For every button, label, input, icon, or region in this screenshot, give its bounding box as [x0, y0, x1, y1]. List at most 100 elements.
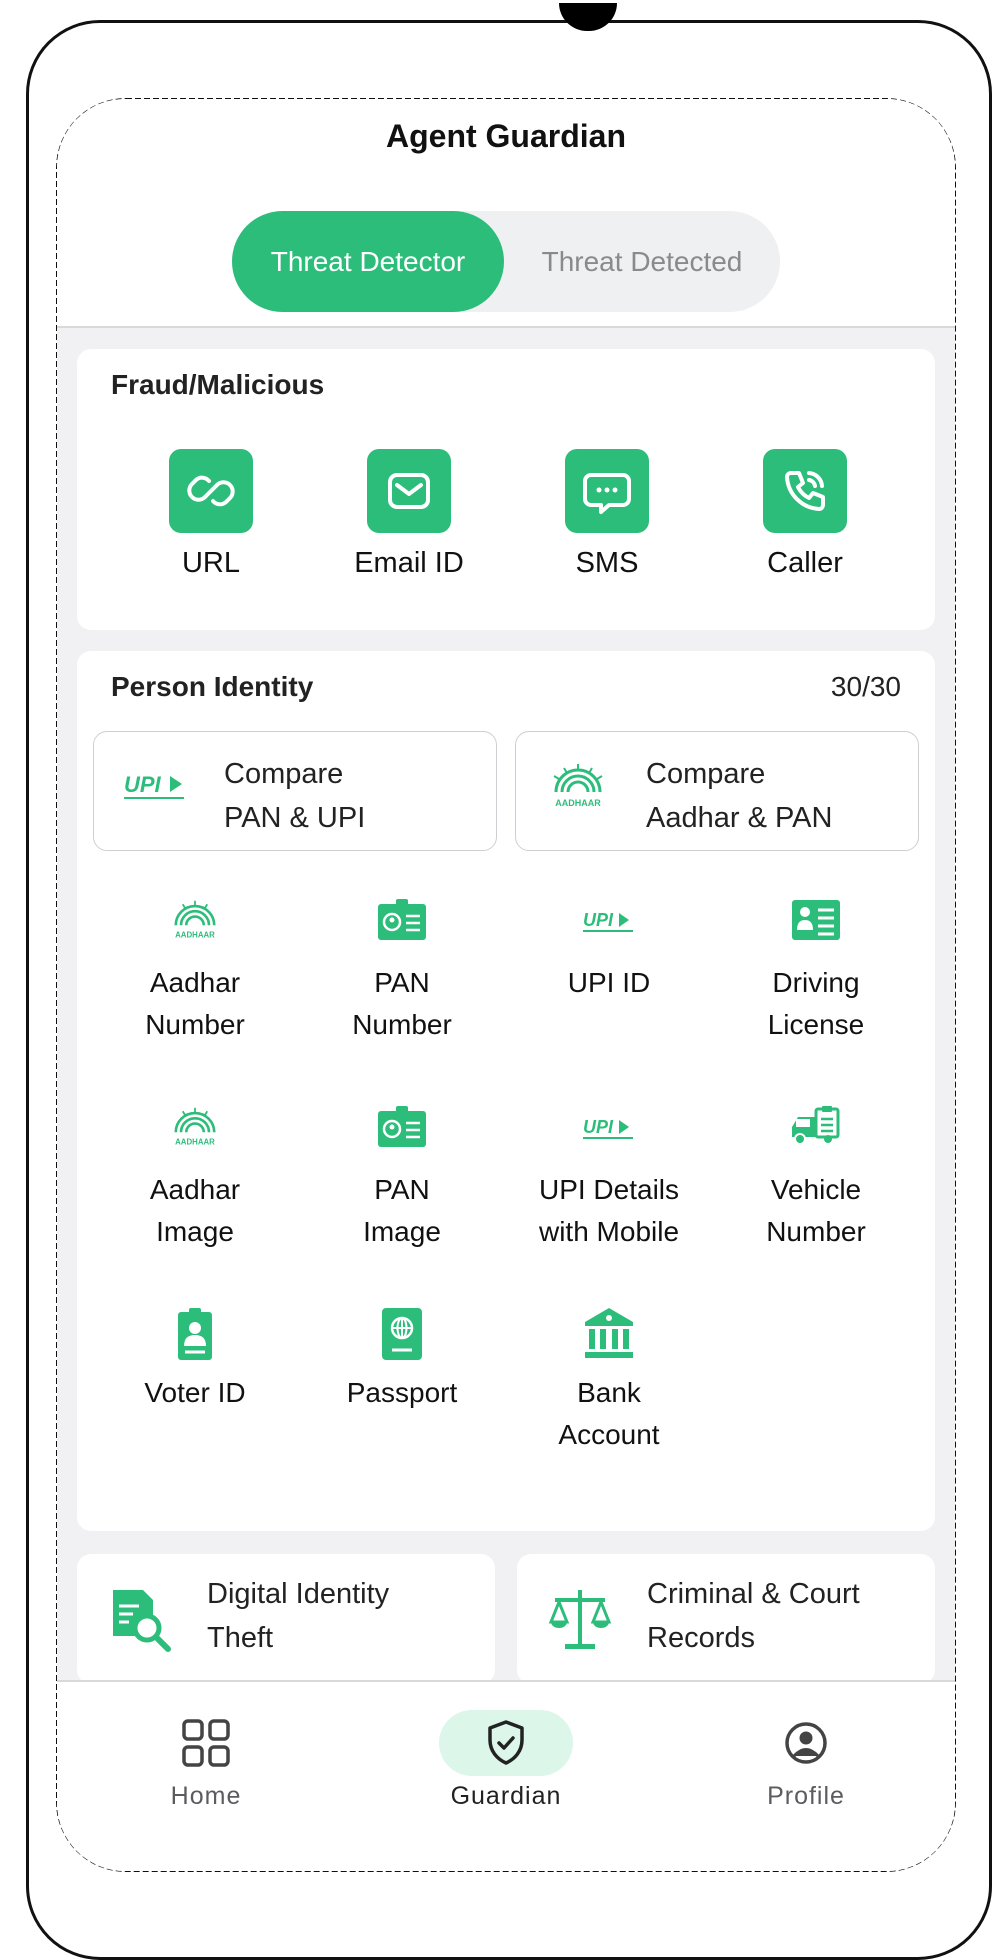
- nav-label: Profile: [767, 1782, 845, 1810]
- segmented-control: Threat Detector Threat Detected: [232, 211, 780, 312]
- shield-check-icon: [488, 1720, 524, 1765]
- nav-home[interactable]: Home: [106, 1710, 306, 1811]
- item-line2: License: [767, 1009, 865, 1040]
- nav-label: Guardian: [450, 1782, 562, 1810]
- fraud-item-email[interactable]: Email ID: [319, 449, 499, 580]
- item-pan-image[interactable]: PAN Image: [302, 1103, 502, 1253]
- compare-line1: Compare: [224, 758, 344, 790]
- item-line1: Bank: [577, 1377, 641, 1408]
- fraud-item-label: URL: [181, 547, 240, 579]
- nav-guardian[interactable]: Guardian: [406, 1710, 606, 1811]
- upi-logo: UPI: [124, 770, 188, 809]
- nav-profile-pill: [739, 1710, 873, 1776]
- bank-icon: [585, 1308, 633, 1358]
- id-card-icon: [378, 1106, 426, 1147]
- item-aadhar-image[interactable]: AADHAAR Aadhar Image: [95, 1103, 295, 1253]
- item-passport[interactable]: Passport: [302, 1306, 502, 1414]
- compare-line2: Aadhar & PAN: [646, 802, 833, 834]
- fraud-item-label: SMS: [575, 547, 639, 579]
- bottom-card-line1: Digital Identity: [207, 1578, 390, 1610]
- user-circle-icon: [785, 1722, 827, 1764]
- item-pan-number[interactable]: PAN Number: [302, 896, 502, 1046]
- item-line1: PAN: [374, 967, 430, 998]
- svg-text:UPI: UPI: [583, 910, 614, 930]
- identity-count: 30/30: [830, 671, 901, 702]
- id-card-icon: [378, 899, 426, 940]
- item-line2: Image: [156, 1216, 234, 1247]
- nav-home-pill: [139, 1710, 273, 1776]
- item-bank-account[interactable]: Bank Account: [509, 1306, 709, 1456]
- grid-icon: [182, 1719, 230, 1767]
- compare-pan-upi-card[interactable]: UPI Compare PAN & UPI: [93, 731, 497, 851]
- app-header: Agent Guardian Threat Detector Threat De…: [57, 99, 955, 328]
- item-driving-license[interactable]: Driving License: [716, 896, 916, 1046]
- upi-icon: UPI: [583, 1117, 633, 1139]
- item-line1: Passport: [346, 1377, 458, 1408]
- bottom-card-line2: Theft: [207, 1622, 274, 1654]
- svg-text:AADHAAR: AADHAAR: [175, 931, 215, 940]
- nav-profile[interactable]: Profile: [706, 1710, 906, 1811]
- item-line1: UPI Details: [538, 1174, 680, 1205]
- mail-icon: [367, 449, 451, 533]
- item-upi-id[interactable]: UPI UPI ID: [509, 896, 709, 1004]
- bottom-card-line1: Criminal & Court: [647, 1578, 860, 1610]
- item-line1: Aadhar: [149, 967, 241, 998]
- compare-line2: PAN & UPI: [224, 802, 366, 834]
- fraud-item-url[interactable]: URL: [121, 449, 301, 580]
- fraud-item-label: Email ID: [354, 547, 464, 579]
- tab-threat-detector[interactable]: Threat Detector: [232, 211, 504, 312]
- aadhaar-icon: AADHAAR: [174, 1107, 216, 1147]
- identity-card: Person Identity 30/30 UPI Compare PAN & …: [77, 651, 935, 1531]
- license-icon: [792, 900, 840, 940]
- svg-text:AADHAAR: AADHAAR: [175, 1138, 215, 1147]
- fraud-item-label: Caller: [767, 547, 843, 579]
- tab-threat-detected[interactable]: Threat Detected: [504, 211, 780, 312]
- item-line2: Account: [558, 1419, 660, 1450]
- item-line2: Image: [363, 1216, 441, 1247]
- item-vehicle-number[interactable]: Vehicle Number: [716, 1103, 916, 1253]
- page-title: Agent Guardian: [385, 118, 626, 154]
- passport-icon: [382, 1308, 422, 1360]
- chat-icon: [565, 449, 649, 533]
- upi-icon: UPI: [583, 910, 633, 932]
- fraud-section-title: Fraud/Malicious: [111, 369, 325, 400]
- digital-identity-theft-card[interactable]: Digital Identity Theft: [77, 1554, 495, 1684]
- fraud-item-caller[interactable]: Caller: [715, 449, 895, 580]
- item-line2: Number: [145, 1009, 245, 1040]
- bottom-nav: Home Guardian Profile: [57, 1680, 955, 1871]
- item-line1: Driving: [772, 967, 860, 998]
- scroll-content[interactable]: Fraud/Malicious URL Email ID SMS Caller …: [57, 328, 955, 1780]
- item-line1: Vehicle: [770, 1174, 862, 1205]
- item-line2: with Mobile: [538, 1216, 680, 1247]
- item-upi-details[interactable]: UPI UPI Details with Mobile: [509, 1103, 709, 1253]
- item-line1: Aadhar: [149, 1174, 241, 1205]
- phone-icon: [763, 449, 847, 533]
- item-aadhar-number[interactable]: AADHAAR Aadhar Number: [95, 896, 295, 1046]
- compare-line1: Compare: [646, 758, 766, 790]
- document-search-icon: [113, 1590, 171, 1652]
- svg-text:AADHAAR: AADHAAR: [555, 798, 601, 808]
- camera-notch: [559, 3, 617, 31]
- item-line2: Number: [352, 1009, 452, 1040]
- item-line1: UPI ID: [567, 967, 651, 998]
- item-line1: PAN: [374, 1174, 430, 1205]
- nav-guardian-pill: [439, 1710, 573, 1776]
- scales-icon: [548, 1590, 612, 1649]
- voter-id-icon: [178, 1308, 212, 1360]
- link-icon: [169, 449, 253, 533]
- item-voter-id[interactable]: Voter ID: [95, 1306, 295, 1414]
- item-line1: Voter ID: [144, 1377, 246, 1408]
- app-screen: Agent Guardian Threat Detector Threat De…: [57, 99, 955, 1871]
- vehicle-icon: [792, 1106, 840, 1145]
- fraud-item-sms[interactable]: SMS: [517, 449, 697, 580]
- aadhaar-icon: AADHAAR: [174, 900, 216, 940]
- nav-label: Home: [170, 1782, 242, 1810]
- svg-text:UPI: UPI: [124, 772, 162, 797]
- svg-text:UPI: UPI: [583, 1117, 614, 1137]
- identity-section-title: Person Identity: [111, 671, 314, 702]
- compare-aadhar-pan-card[interactable]: AADHAAR Compare Aadhar & PAN: [515, 731, 919, 851]
- fraud-card: Fraud/Malicious URL Email ID SMS Caller: [77, 349, 935, 630]
- aadhaar-logo: AADHAAR: [546, 764, 610, 815]
- criminal-court-records-card[interactable]: Criminal & Court Records: [517, 1554, 935, 1684]
- item-line2: Number: [766, 1216, 866, 1247]
